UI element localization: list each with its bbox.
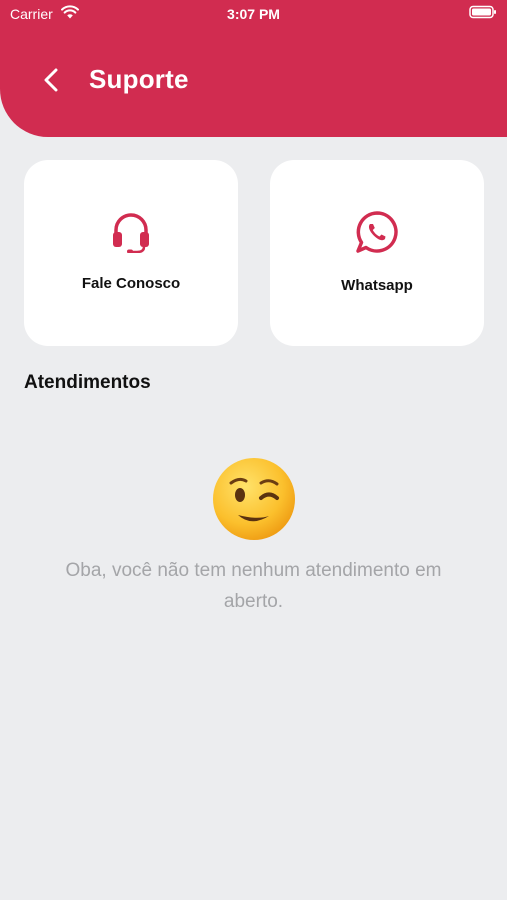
status-bar: Carrier 3:07 PM [0,0,507,30]
status-time: 3:07 PM [227,6,280,22]
empty-state-message: Oba, você não tem nenhum atendimento em … [65,560,442,612]
empty-state: Oba, você não tem nenhum atendimento em … [0,456,507,617]
chevron-left-icon [43,68,59,97]
back-button[interactable] [34,64,68,100]
fale-conosco-label: Fale Conosco [81,275,181,292]
winking-face-icon [211,456,297,547]
fale-conosco-card[interactable]: Fale Conosco [24,160,238,346]
whatsapp-card[interactable]: Whatsapp [270,160,484,346]
atendimentos-heading: Atendimentos [24,372,151,393]
whatsapp-label: Whatsapp [341,277,413,294]
page-title: Suporte [89,64,189,94]
headset-icon [111,211,151,258]
battery-icon [469,5,497,23]
whatsapp-icon [354,209,400,260]
